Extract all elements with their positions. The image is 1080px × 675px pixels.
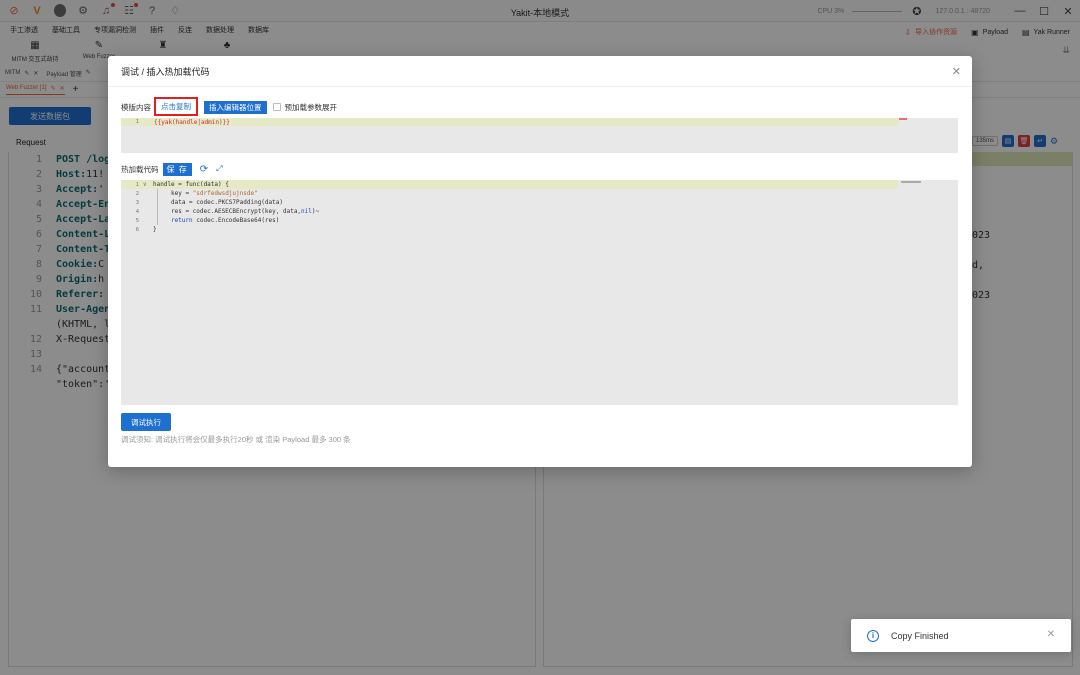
error-marker <box>899 118 907 120</box>
line-number: 6 <box>135 226 139 233</box>
code-line: 1 {{yak(handle|admin)}} <box>121 118 898 126</box>
preload-checkbox[interactable] <box>272 103 281 111</box>
code-line: 6} <box>121 225 958 234</box>
code-token: data = codec.PKCS7Padding(data) <box>171 199 283 206</box>
code-token: res = codec.AESECBEncrypt(key, data, <box>171 208 302 215</box>
modal-header: 调试 / 插入热加载代码 ✕ <box>108 56 972 87</box>
template-label: 模版内容 <box>121 102 151 112</box>
code-token: nil <box>301 208 312 215</box>
info-icon: i <box>867 629 879 642</box>
toast-notification: i Copy Finished ✕ <box>851 619 1071 652</box>
code-token: "sdrfedwsdjujnsde" <box>192 190 258 197</box>
line-number: 1 <box>135 119 139 125</box>
preload-label: 预加载参数展开 <box>284 102 338 112</box>
modal-title: 调试 / 插入热加载代码 <box>121 66 210 77</box>
debug-hint: 调试须知: 调试执行将会仅最多执行20秒 或 渲染 Payload 最多 300… <box>121 435 351 444</box>
code-line: 1 ∨ handle = func(data) { <box>121 180 898 189</box>
refresh-icon[interactable]: ⟳ <box>200 164 208 175</box>
close-icon[interactable]: ✕ <box>952 65 961 78</box>
indent-guide <box>157 189 171 198</box>
template-row: 模版内容 点击复制 插入编辑器位置 预加载参数展开 <box>121 96 338 116</box>
hot-code-editor[interactable]: 1 ∨ handle = func(data) { 2 key = "sdrfedwsd… <box>121 180 958 405</box>
code-token: } <box>153 226 157 233</box>
code-token: return <box>171 217 193 224</box>
line-number: 3 <box>135 199 139 206</box>
code-token: handle = func(data) { <box>153 181 229 188</box>
line-number: 2 <box>135 190 139 197</box>
indent-guide <box>157 198 171 207</box>
hot-code-row: 热加载代码 保 存 ⟳ ⤢ <box>121 162 223 176</box>
insert-editor-button[interactable]: 插入编辑器位置 <box>204 100 267 114</box>
debug-run-button[interactable]: 调试执行 <box>121 413 171 431</box>
code-token: key = <box>171 190 193 197</box>
indent-guide <box>157 216 171 225</box>
template-editor[interactable]: 1 {{yak(handle|admin)}} <box>121 118 958 153</box>
code-line: 3 data = codec.PKCS7Padding(data) <box>121 198 958 207</box>
minimap <box>901 181 921 183</box>
save-button[interactable]: 保 存 <box>162 162 192 176</box>
hot-code-label: 热加载代码 <box>121 164 159 174</box>
toast-text: Copy Finished <box>891 630 949 641</box>
code-line: 2 key = "sdrfedwsdjujnsde" <box>121 189 958 198</box>
copy-button[interactable]: 点击复制 <box>154 96 198 116</box>
fold-icon[interactable]: ∨ <box>143 181 153 188</box>
line-number: 1 <box>135 181 139 188</box>
line-number: 5 <box>135 217 139 224</box>
template-code: {{yak(handle|admin)}} <box>154 118 230 126</box>
code-token: )~ <box>311 208 320 215</box>
fullscreen-icon[interactable]: ⤢ <box>216 164 222 174</box>
line-number: 4 <box>135 208 139 215</box>
code-token: codec.EncodeBase64(res) <box>192 217 280 224</box>
indent-guide <box>157 207 171 216</box>
code-line: 5 return codec.EncodeBase64(res) <box>121 216 958 225</box>
code-line: 4 res = codec.AESECBEncrypt(key, data, nil… <box>121 207 958 216</box>
hot-patch-modal: 调试 / 插入热加载代码 ✕ 模版内容 点击复制 插入编辑器位置 预加载参数展开… <box>108 56 972 467</box>
close-icon[interactable]: ✕ <box>1047 629 1055 640</box>
